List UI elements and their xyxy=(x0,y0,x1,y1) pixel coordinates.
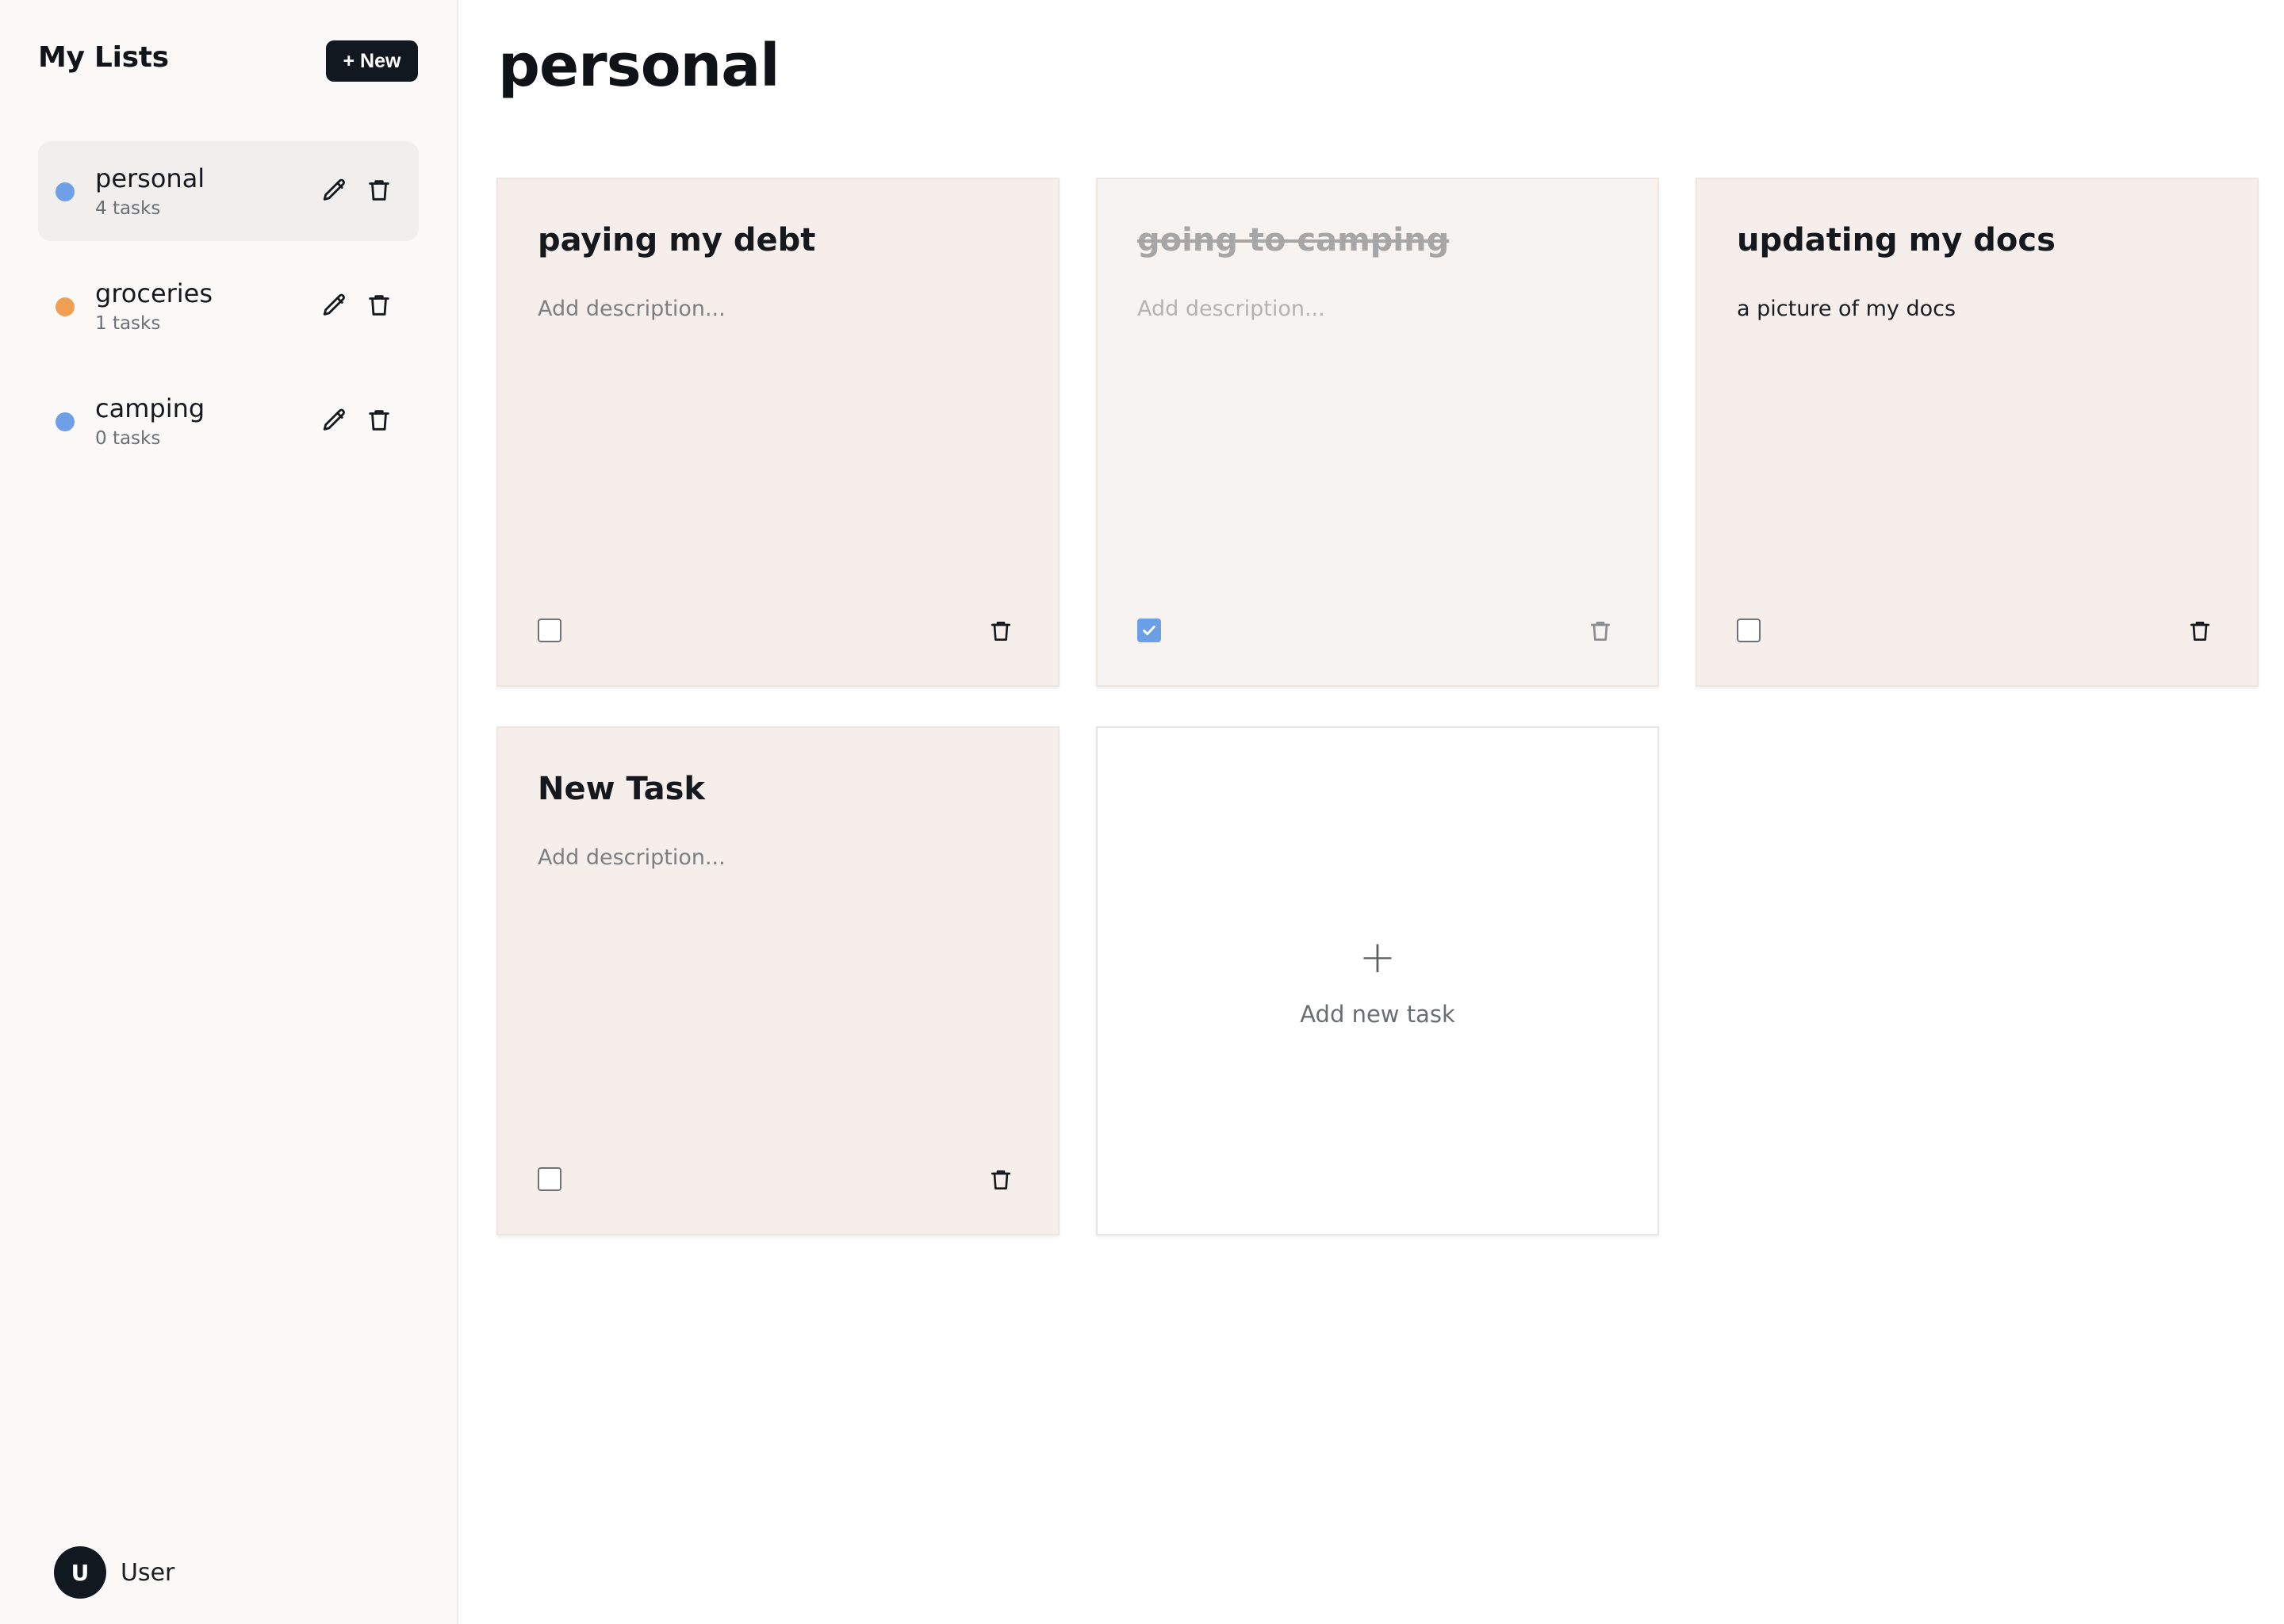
task-description[interactable]: Add description... xyxy=(538,845,726,870)
task-card[interactable]: updating my docs a picture of my docs xyxy=(1696,178,2259,687)
pencil-icon[interactable] xyxy=(319,289,351,321)
list-name: camping xyxy=(95,393,205,423)
task-description[interactable]: Add description... xyxy=(1137,297,1325,321)
trash-icon[interactable] xyxy=(363,404,395,436)
task-card[interactable]: New Task Add description... xyxy=(496,726,1060,1235)
pencil-icon[interactable] xyxy=(319,174,351,206)
list-color-dot xyxy=(56,412,75,431)
trash-icon[interactable] xyxy=(1586,617,1615,645)
pencil-icon[interactable] xyxy=(319,404,351,436)
sidebar: My Lists + New personal 4 tasks grocerie… xyxy=(0,0,458,1624)
task-checkbox[interactable] xyxy=(1737,619,1761,642)
app-window: My Lists + New personal 4 tasks grocerie… xyxy=(0,0,2284,1624)
trash-icon[interactable] xyxy=(363,174,395,206)
sidebar-item-groceries[interactable]: groceries 1 tasks xyxy=(38,256,419,356)
plus-icon: + xyxy=(1359,932,1397,983)
task-title[interactable]: paying my debt xyxy=(538,222,815,259)
page-title: personal xyxy=(498,32,780,100)
trash-icon[interactable] xyxy=(363,289,395,321)
trash-icon[interactable] xyxy=(987,617,1015,645)
task-title[interactable]: New Task xyxy=(538,771,705,807)
task-checkbox[interactable] xyxy=(1137,619,1161,642)
list-task-count: 4 tasks xyxy=(95,198,161,219)
checkmark-icon xyxy=(1143,625,1155,636)
avatar[interactable]: U xyxy=(54,1546,106,1599)
list-name: personal xyxy=(95,163,205,193)
task-card[interactable]: paying my debt Add description... xyxy=(496,178,1060,687)
add-task-card[interactable]: + Add new task xyxy=(1096,726,1659,1235)
list-task-count: 1 tasks xyxy=(95,313,161,334)
task-title[interactable]: updating my docs xyxy=(1737,222,2056,259)
add-task-label: Add new task xyxy=(1300,1001,1455,1028)
task-description[interactable]: Add description... xyxy=(538,297,726,321)
sidebar-title: My Lists xyxy=(38,41,169,74)
new-list-button[interactable]: + New xyxy=(326,40,418,82)
user-name: User xyxy=(121,1558,175,1587)
trash-icon[interactable] xyxy=(987,1166,1015,1194)
list-name: groceries xyxy=(95,278,213,308)
task-card[interactable]: going to camping Add description... xyxy=(1096,178,1659,687)
list-color-dot xyxy=(56,297,75,316)
task-checkbox[interactable] xyxy=(538,619,561,642)
list-task-count: 0 tasks xyxy=(95,428,161,449)
task-checkbox[interactable] xyxy=(538,1167,561,1191)
task-title[interactable]: going to camping xyxy=(1137,222,1449,259)
sidebar-item-camping[interactable]: camping 0 tasks xyxy=(38,371,419,471)
sidebar-item-personal[interactable]: personal 4 tasks xyxy=(38,141,419,241)
user-profile[interactable]: U User xyxy=(54,1546,174,1599)
trash-icon[interactable] xyxy=(2186,617,2214,645)
task-description[interactable]: a picture of my docs xyxy=(1737,297,1956,321)
list-color-dot xyxy=(56,182,75,201)
